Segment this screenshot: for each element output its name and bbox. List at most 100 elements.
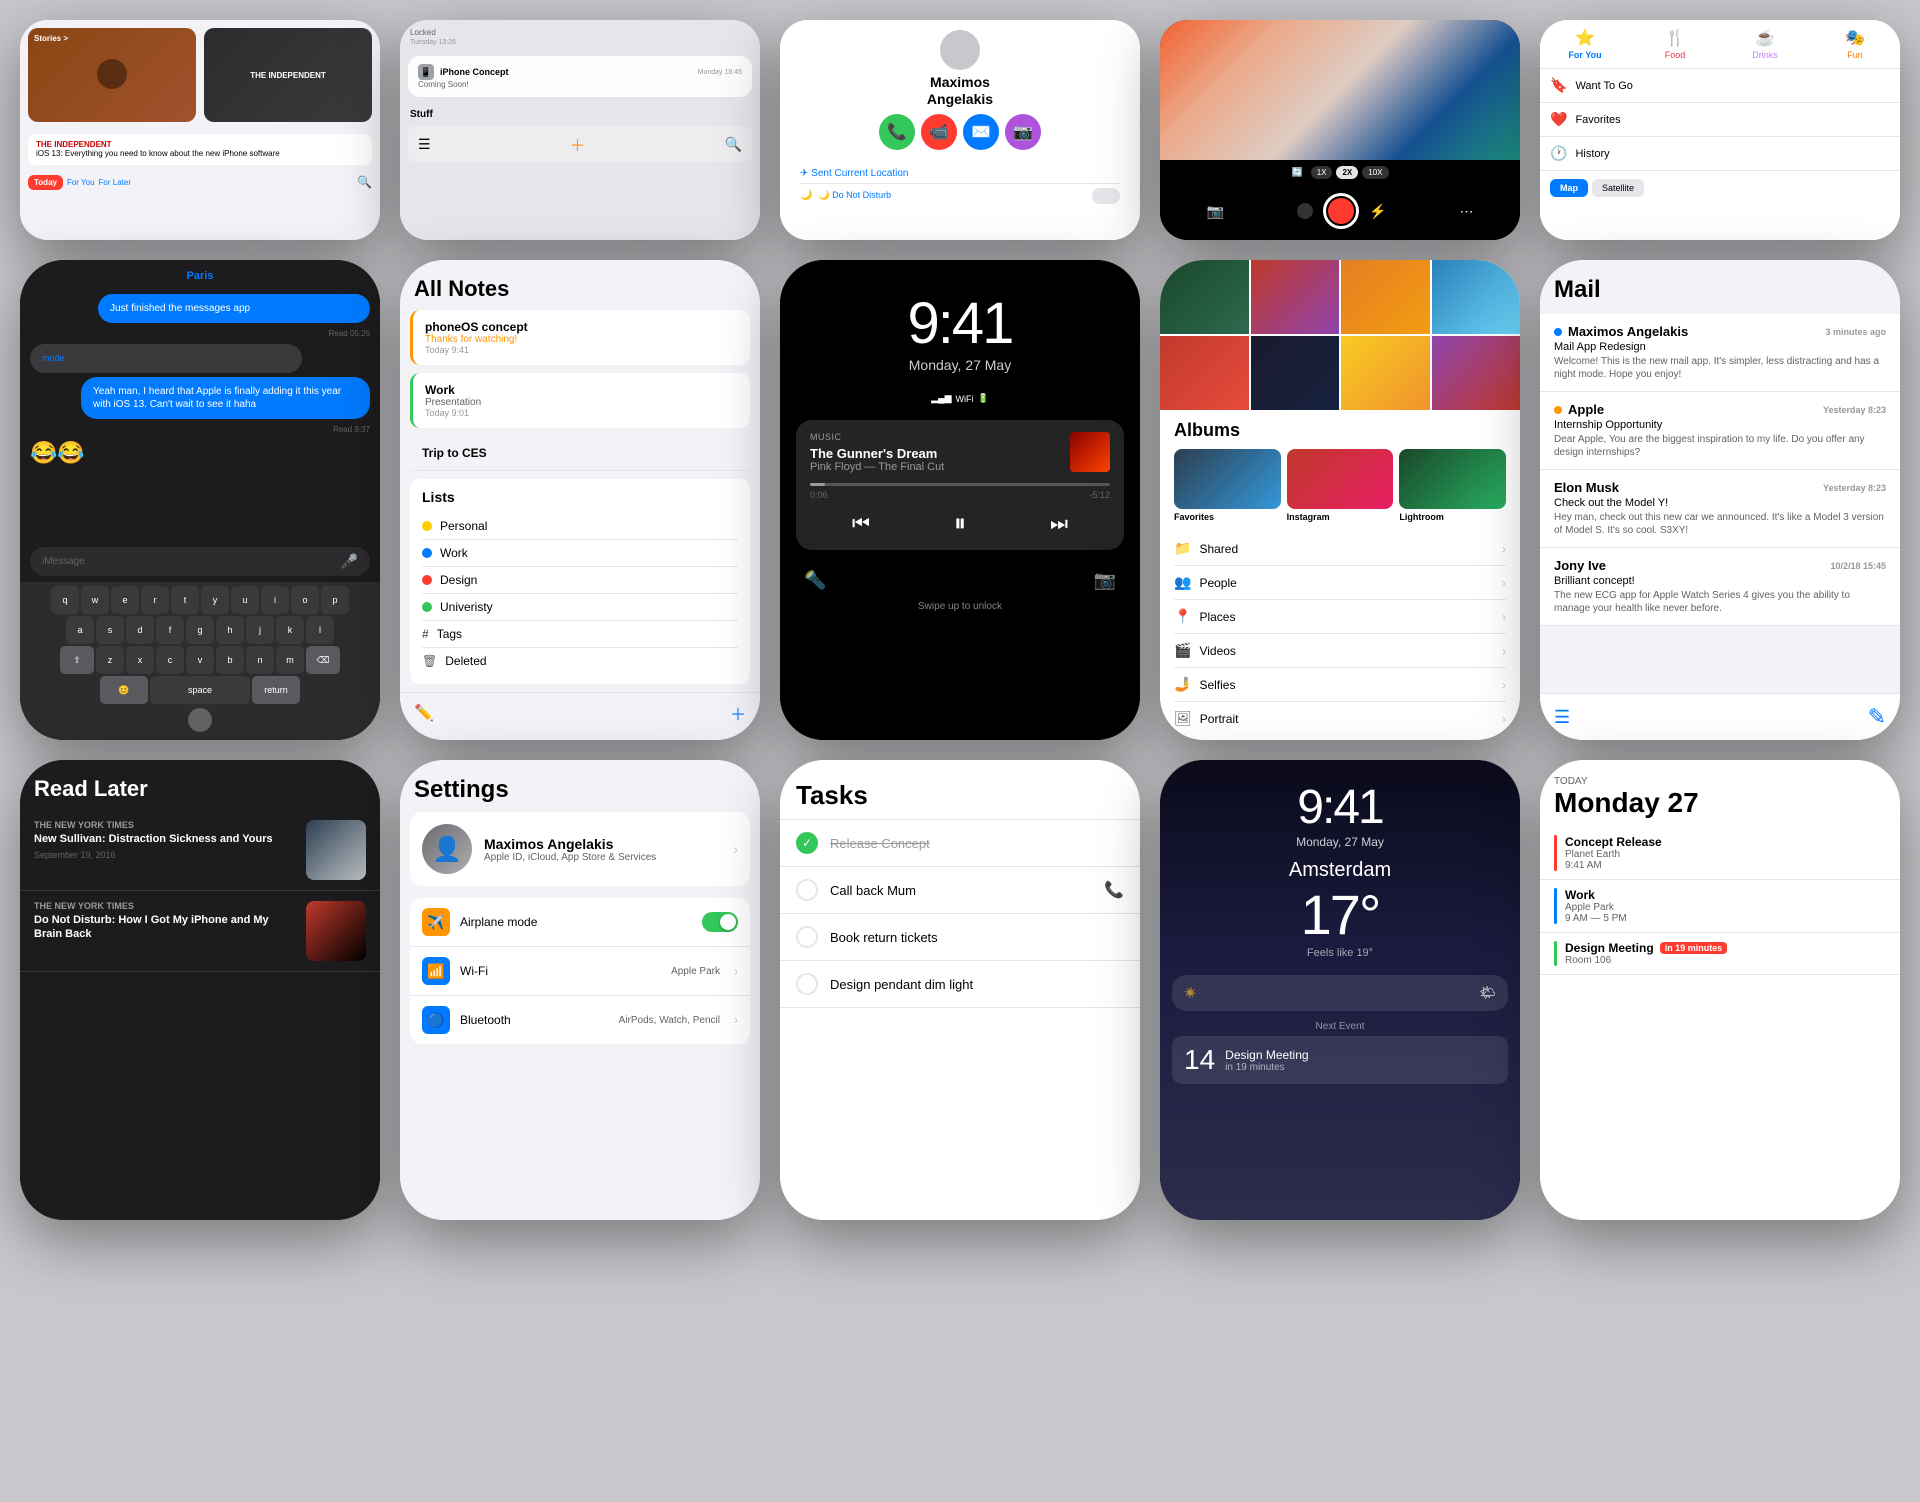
list-work[interactable]: Work [422,540,738,567]
article-1[interactable]: The New York Times New Sullivan: Distrac… [20,810,380,891]
key-x[interactable]: x [126,646,154,674]
key-k[interactable]: k [276,616,304,644]
people-row[interactable]: 👥 People › [1174,566,1506,600]
key-g[interactable]: g [186,616,214,644]
camera-icon[interactable]: 📷 [1094,570,1116,591]
key-d[interactable]: d [126,616,154,644]
key-y[interactable]: y [201,586,229,614]
album-instagram[interactable]: Instagram [1287,449,1394,522]
cal-event-2[interactable]: Work Apple Park 9 AM — 5 PM [1540,880,1900,933]
mail-item-1[interactable]: Maximos Angelakis 3 minutes ago Mail App… [1540,314,1900,392]
key-u[interactable]: u [231,586,259,614]
key-b[interactable]: b [216,646,244,674]
settings-profile[interactable]: 👤 Maximos Angelakis Apple ID, iCloud, Ap… [410,812,750,886]
camera-flip-icon[interactable]: 📷 [1207,203,1224,220]
camera-more-icon[interactable]: ⋯ [1459,203,1473,220]
tab-foryou[interactable]: For You [67,178,95,187]
task-3[interactable]: Book return tickets [780,914,1140,961]
instagram-button[interactable]: 📷 [1005,114,1041,150]
location-action[interactable]: ✈ Sent Current Location [800,164,1120,184]
mail-item-3[interactable]: Elon Musk Yesterday 8:23 Check out the M… [1540,470,1900,548]
key-f[interactable]: f [156,616,184,644]
key-delete[interactable]: ⌫ [306,646,340,674]
places-row[interactable]: 📍 Places › [1174,600,1506,634]
photo-2[interactable] [1251,260,1340,334]
note-item-2[interactable]: Work Presentation Today 9:01 [410,373,750,428]
key-m[interactable]: m [276,646,304,674]
add-icon[interactable]: ＋ [570,132,586,156]
list-tags[interactable]: # Tags [422,621,738,648]
video-button[interactable]: 📹 [921,114,957,150]
call-button[interactable]: 📞 [879,114,915,150]
music-progress-bar[interactable] [810,483,1110,486]
tab-food[interactable]: 🍴 Food [1630,20,1720,68]
key-e[interactable]: e [111,586,139,614]
key-w[interactable]: w [81,586,109,614]
album-favorites[interactable]: Favorites [1174,449,1281,522]
compose-icon[interactable]: ☰ [1554,707,1570,728]
cal-event-1[interactable]: Concept Release Planet Earth 9:41 AM [1540,827,1900,880]
note-item-3[interactable]: Trip to CES [410,436,750,471]
key-z[interactable]: z [96,646,124,674]
camera-rotate-icon[interactable]: 🔄 [1291,167,1302,178]
tab-drinks[interactable]: ☕ Drinks [1720,20,1810,68]
key-space[interactable]: space [150,676,250,704]
key-n[interactable]: n [246,646,274,674]
photo-8[interactable] [1432,336,1521,410]
key-shift[interactable]: ⇧ [60,646,94,674]
mail-item-2[interactable]: Apple Yesterday 8:23 Internship Opportun… [1540,392,1900,470]
task-1-check[interactable]: ✓ [796,832,818,854]
photo-3[interactable] [1341,260,1430,334]
photo-7[interactable] [1341,336,1430,410]
task-3-check[interactable] [796,926,818,948]
task-4-check[interactable] [796,973,818,995]
flashlight-icon[interactable]: 🔦 [804,570,826,591]
selfies-row[interactable]: 🤳 Selfies › [1174,668,1506,702]
key-o[interactable]: o [291,586,319,614]
photo-1[interactable] [1160,260,1249,334]
article-2[interactable]: The New York Times Do Not Disturb: How I… [20,891,380,972]
key-i[interactable]: i [261,586,289,614]
search-icon2[interactable]: 🔍 [725,136,742,153]
story-image-2[interactable]: THE INDEPENDENT [204,28,372,122]
search-icon[interactable]: 🔍 [357,175,372,189]
compose-icon[interactable]: ✏️ [414,703,434,723]
photo-6[interactable] [1251,336,1340,410]
key-r[interactable]: r [141,586,169,614]
key-p[interactable]: p [321,586,349,614]
airplane-mode-row[interactable]: ✈️ Airplane mode [410,898,750,947]
cal-event-3[interactable]: Design Meeting in 19 minutes Room 106 [1540,933,1900,975]
favorites-item[interactable]: ❤️ Favorites [1540,103,1900,137]
album-lightroom[interactable]: Lightroom [1399,449,1506,522]
photo-4[interactable] [1432,260,1521,334]
list-design[interactable]: Design [422,567,738,594]
key-j[interactable]: j [246,616,274,644]
list-deleted[interactable]: 🗑 Deleted [422,648,738,674]
key-s[interactable]: s [96,616,124,644]
key-emoji[interactable]: 😊 [100,676,148,704]
satellite-label[interactable]: Satellite [1592,179,1644,197]
airplane-toggle[interactable] [702,912,738,932]
shutter-button[interactable] [1323,193,1359,229]
fast-forward-button[interactable]: ⏭ [1050,513,1068,536]
dnd-action[interactable]: 🌙 🌙 Do Not Disturb [800,184,1120,208]
key-h[interactable]: h [216,616,244,644]
bluetooth-row[interactable]: 🔵 Bluetooth AirPods, Watch, Pencil › [410,996,750,1044]
want-to-go-item[interactable]: 🔖 Want To Go [1540,69,1900,103]
map-toggle[interactable]: Map Satellite [1540,171,1900,205]
message-button[interactable]: ✉️ [963,114,999,150]
key-c[interactable]: c [156,646,184,674]
notification-item[interactable]: 📱 iPhone Concept Monday 18:45 Coming Soo… [408,56,752,97]
task-2[interactable]: Call back Mum 📞 [780,867,1140,914]
key-t[interactable]: t [171,586,199,614]
photo-5[interactable] [1160,336,1249,410]
tab-fun[interactable]: 🎭 Fun [1810,20,1900,68]
tab-today[interactable]: Today [28,175,63,190]
wifi-row[interactable]: 📶 Wi-Fi Apple Park › [410,947,750,996]
videos-row[interactable]: 🎬 Videos › [1174,634,1506,668]
tab-forlater[interactable]: For Later [99,178,131,187]
task-2-check[interactable] [796,879,818,901]
new-mail-icon[interactable]: ✎ [1868,704,1886,730]
zoom-1x[interactable]: 1X [1311,166,1333,179]
shared-row[interactable]: 📁 Shared › [1174,532,1506,566]
